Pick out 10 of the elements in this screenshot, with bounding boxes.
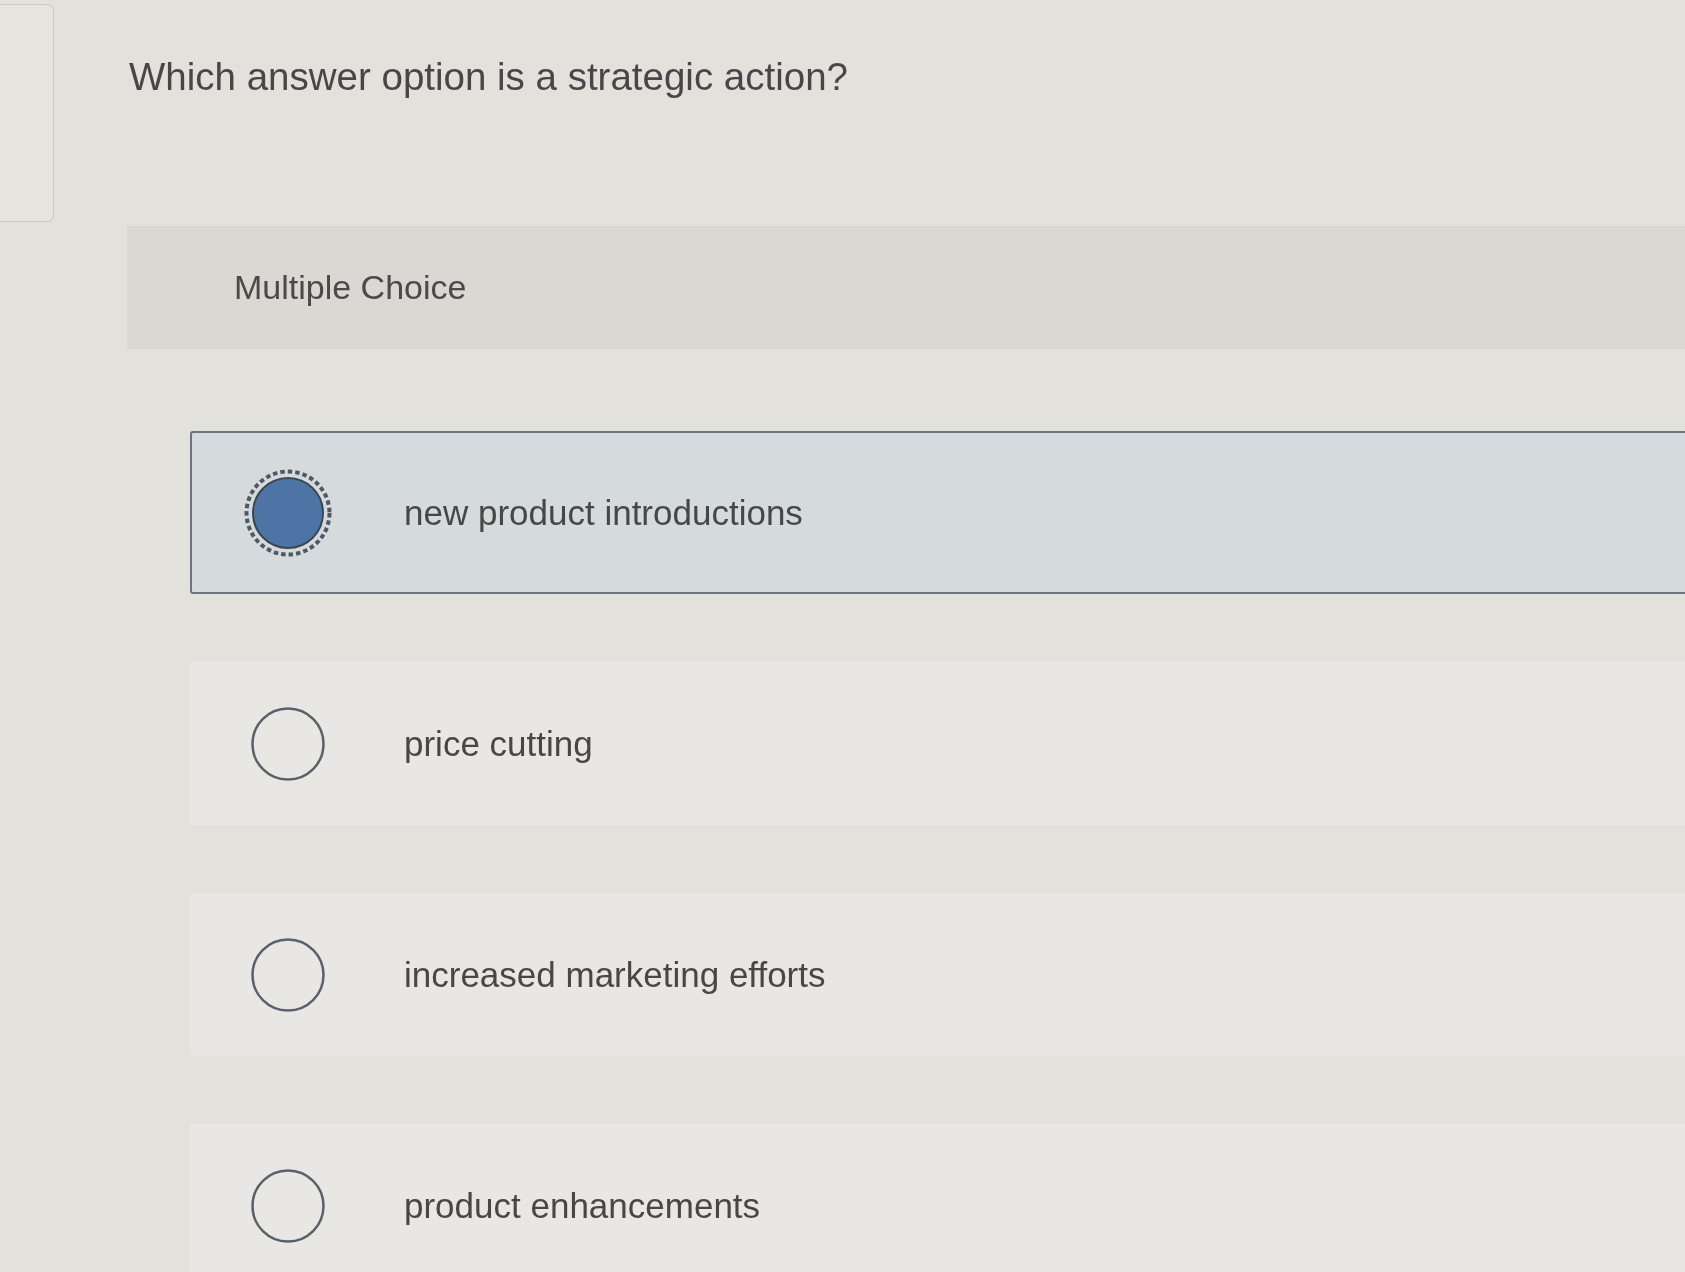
radio-button[interactable] [251,1168,325,1243]
answer-option[interactable]: price cutting [190,662,1685,825]
radio-button[interactable] [244,468,332,557]
question-text: Which answer option is a strategic action? [129,54,849,100]
question-type-label: Multiple Choice [234,268,467,307]
answer-option[interactable]: product enhancements [190,1124,1685,1272]
answer-option[interactable]: new product introductions [190,431,1685,594]
radio-button[interactable] [251,937,325,1012]
radio-button[interactable] [251,706,325,781]
answer-option[interactable]: increased marketing efforts [190,893,1685,1056]
